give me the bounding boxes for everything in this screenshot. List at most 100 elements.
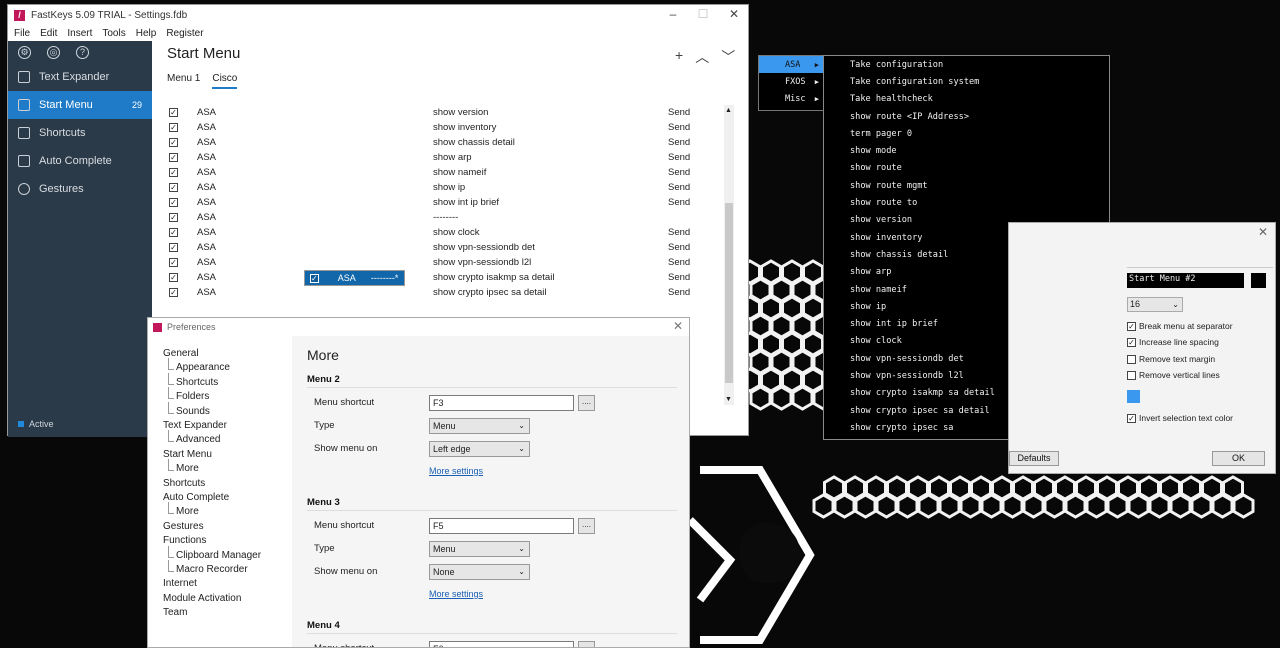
checkbox[interactable]: ✓ (1127, 413, 1136, 423)
checkbox[interactable]: ✓ (1127, 321, 1136, 331)
more-settings-link[interactable]: More settings (429, 466, 483, 476)
table-row[interactable]: ✓ ASA show crypto ipsec sa detail Send (167, 285, 720, 300)
nav-item[interactable]: More (176, 506, 199, 517)
row-checkbox[interactable]: ✓ (169, 138, 178, 147)
checkbox[interactable] (1127, 354, 1136, 364)
browse-button[interactable]: .... (578, 518, 595, 534)
row-checkbox[interactable]: ✓ (169, 273, 178, 282)
add-icon[interactable]: + (675, 47, 683, 67)
sidebar-item-text-expander[interactable]: Text Expander (8, 63, 152, 91)
table-row[interactable]: ✓ ASA show vpn-sessiondb l2l Send (167, 255, 720, 270)
row-checkbox[interactable]: ✓ (169, 228, 178, 237)
break-at-separator-checkbox[interactable]: ✓ Break menu at separator (1127, 321, 1233, 331)
menu-3-shortcut-input[interactable]: F5 (429, 518, 574, 534)
menu-file[interactable]: File (14, 28, 30, 39)
popup-command-item[interactable]: term pager 0 (824, 125, 1109, 142)
browse-button[interactable]: .... (578, 641, 595, 647)
nav-item[interactable]: Functions (163, 535, 206, 546)
menu-2-show-on-select[interactable]: Left edge ⌄ (429, 441, 530, 457)
nav-item[interactable]: Advanced (176, 434, 220, 445)
popup-command-item[interactable]: show route <IP Address> (824, 108, 1109, 125)
checkbox[interactable] (1127, 370, 1136, 380)
row-checkbox[interactable]: ✓ (169, 258, 178, 267)
invert-selection-checkbox[interactable]: ✓ Invert selection text color (1127, 413, 1233, 423)
table-row[interactable]: ✓ ASA show nameif Send (167, 165, 720, 180)
popup-command-item[interactable]: Take configuration system (824, 73, 1109, 90)
remove-text-margin-checkbox[interactable]: Remove text margin (1127, 354, 1215, 364)
scroll-up-icon[interactable]: ▲ (725, 107, 732, 114)
nav-item[interactable]: Gestures (163, 521, 204, 532)
nav-item[interactable]: Folders (176, 391, 209, 402)
menu-3-show-on-select[interactable]: None ⌄ (429, 564, 530, 580)
sidebar-item-shortcuts[interactable]: Shortcuts (8, 119, 152, 147)
table-row[interactable]: ✓ ASA show int ip brief Send (167, 195, 720, 210)
popup-submenu-item[interactable]: FXOS ▶ (759, 73, 824, 90)
nav-item[interactable]: Internet (163, 578, 197, 589)
gear-icon[interactable]: ⚙ (18, 45, 31, 59)
row-checkbox[interactable]: ✓ (169, 108, 178, 117)
browse-button[interactable]: .... (578, 395, 595, 411)
nav-item[interactable]: Sounds (176, 406, 210, 417)
popup-command-item[interactable]: show route to (824, 194, 1109, 211)
table-row[interactable]: ✓ ASA show chassis detail Send (167, 135, 720, 150)
menu-tools[interactable]: Tools (102, 28, 125, 39)
sidebar-item-auto-complete[interactable]: Auto Complete (8, 147, 152, 175)
menu-register[interactable]: Register (166, 28, 203, 39)
nav-item[interactable]: Shortcuts (176, 377, 218, 388)
close-icon[interactable]: ✕ (1258, 225, 1268, 239)
minimize-button[interactable]: – (658, 5, 688, 25)
scrollbar-thumb[interactable] (725, 203, 733, 383)
row-checkbox[interactable]: ✓ (169, 123, 178, 132)
menu-insert[interactable]: Insert (67, 28, 92, 39)
help-icon[interactable]: ? (76, 45, 89, 59)
defaults-button[interactable]: Defaults (1009, 451, 1059, 466)
row-checkbox[interactable]: ✓ (169, 243, 178, 252)
popup-command-item[interactable]: Take healthcheck (824, 91, 1109, 108)
close-icon[interactable]: ✕ (673, 319, 683, 333)
nav-item[interactable]: Auto Complete (163, 492, 229, 503)
sidebar-item-start-menu[interactable]: Start Menu 29 (8, 91, 152, 119)
nav-item[interactable]: Module Activation (163, 593, 241, 604)
nav-item[interactable]: Clipboard Manager (176, 550, 261, 561)
nav-item[interactable]: Appearance (176, 362, 230, 373)
checkbox[interactable]: ✓ (1127, 337, 1136, 347)
popup-submenu-item[interactable]: Misc ▶ (759, 90, 824, 107)
popup-command-item[interactable]: show route (824, 160, 1109, 177)
popup-command-item[interactable]: show mode (824, 142, 1109, 159)
table-row[interactable]: ✓ ASA show crypto isakmp sa detail Send (167, 270, 720, 285)
table-row[interactable]: ✓ ASA show clock Send (167, 225, 720, 240)
nav-item[interactable]: More (176, 463, 199, 474)
menu-3-type-select[interactable]: Menu ⌄ (429, 541, 530, 557)
menu-edit[interactable]: Edit (40, 28, 57, 39)
menu-4-shortcut-input[interactable]: F6 (429, 641, 574, 647)
table-row[interactable]: ✓ ASA show vpn-sessiondb det Send (167, 240, 720, 255)
table-row[interactable]: ✓ ASA -------- (167, 210, 720, 225)
chevron-down-icon[interactable]: ﹀ (721, 47, 735, 67)
row-checkbox[interactable]: ✓ (169, 288, 178, 297)
globe-icon[interactable]: ◎ (47, 45, 60, 59)
more-settings-link[interactable]: More settings (429, 589, 483, 599)
nav-item[interactable]: General (163, 348, 199, 359)
close-button[interactable]: ✕ (719, 5, 749, 25)
popup-command-item[interactable]: Take configuration (824, 56, 1109, 73)
row-checkbox[interactable]: ✓ (169, 198, 178, 207)
table-row[interactable]: ✓ ASA show inventory Send (167, 120, 720, 135)
remove-vertical-lines-checkbox[interactable]: Remove vertical lines (1127, 370, 1220, 380)
table-row[interactable]: ✓ ASA show ip Send (167, 180, 720, 195)
background-color-swatch[interactable] (1251, 273, 1266, 288)
popup-submenu-item[interactable]: ASA ▶ (759, 56, 824, 73)
nav-item[interactable]: Shortcuts (163, 478, 205, 489)
nav-item[interactable]: Macro Recorder (176, 564, 248, 575)
scroll-down-icon[interactable]: ▼ (725, 396, 732, 403)
sidebar-item-gestures[interactable]: Gestures (8, 175, 152, 203)
menu-help[interactable]: Help (136, 28, 157, 39)
nav-item[interactable]: Text Expander (163, 420, 227, 431)
nav-item[interactable]: Start Menu (163, 449, 212, 460)
chevron-up-icon[interactable]: ︿ (695, 47, 709, 67)
table-row[interactable]: ✓ ASA show version Send (167, 105, 720, 120)
ok-button[interactable]: OK (1212, 451, 1265, 466)
maximize-button[interactable]: ☐ (688, 5, 718, 25)
increase-line-spacing-checkbox[interactable]: ✓ Increase line spacing (1127, 337, 1219, 347)
font-size-select[interactable]: 16 ⌄ (1127, 297, 1183, 312)
selection-color-swatch[interactable] (1127, 390, 1140, 403)
